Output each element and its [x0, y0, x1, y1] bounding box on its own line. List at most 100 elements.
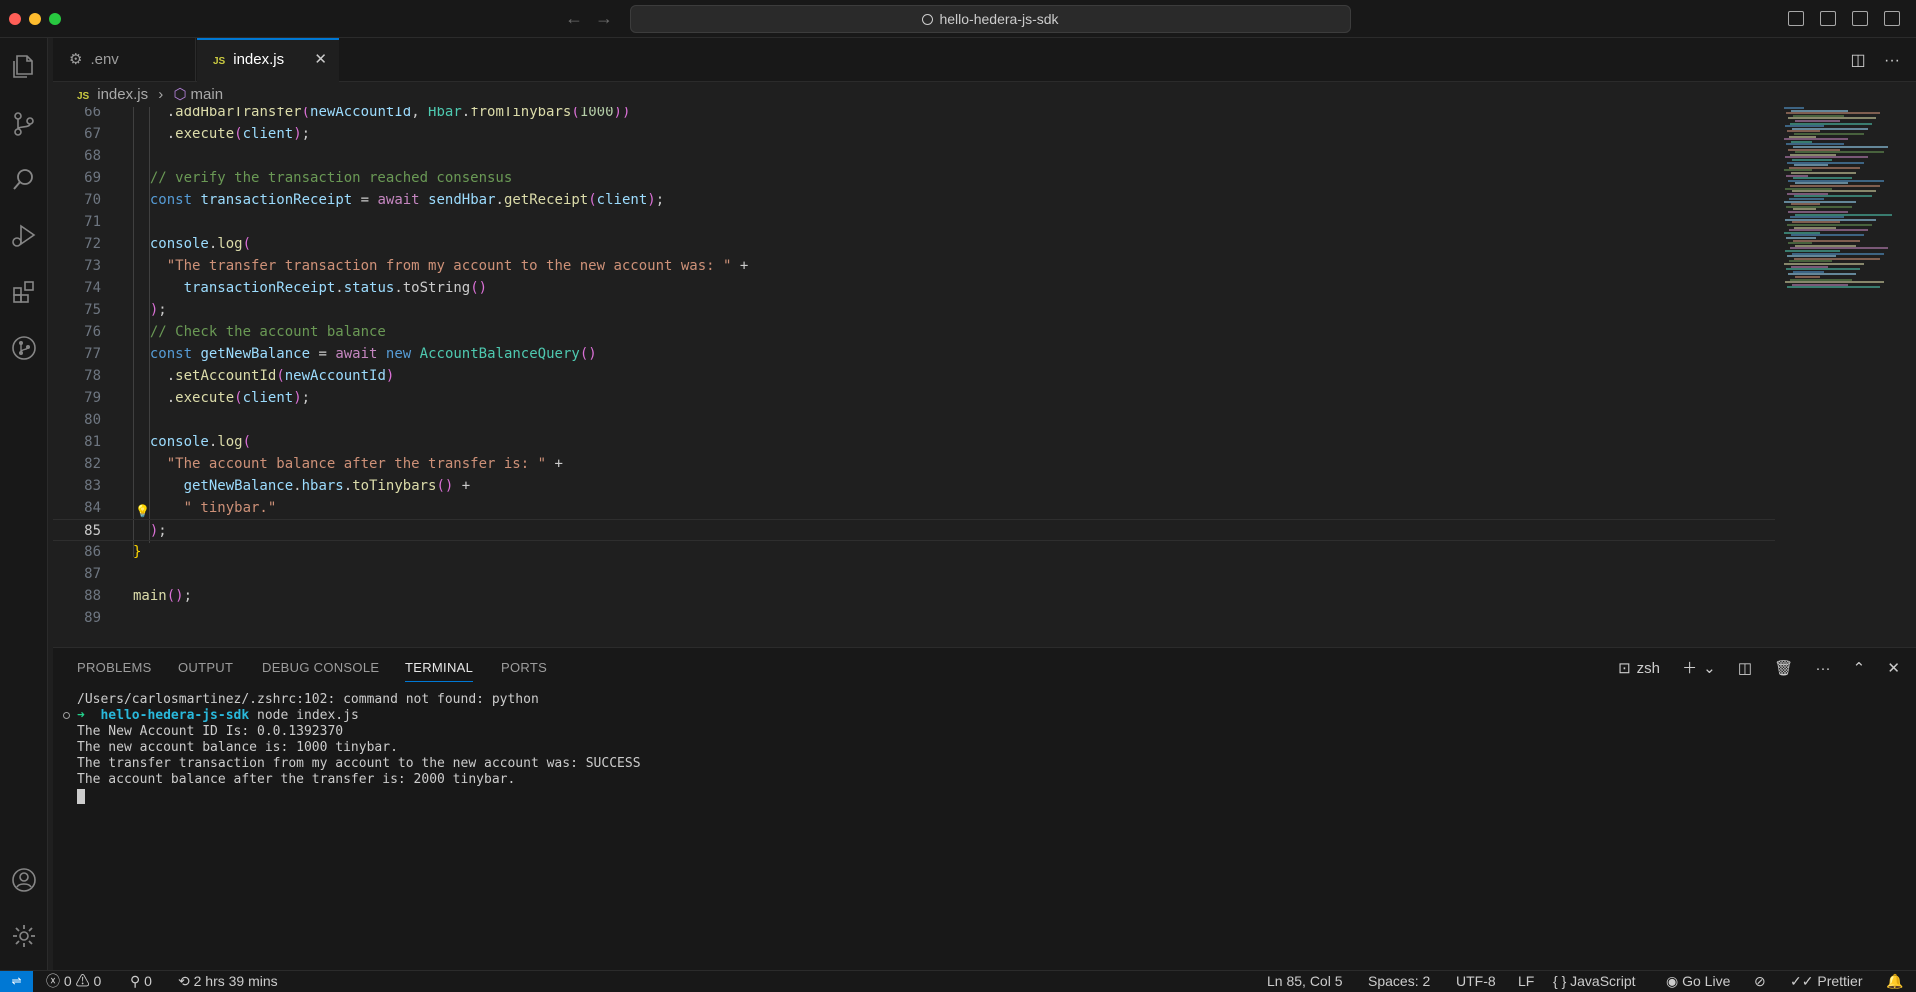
- javascript-file-icon: JS: [213, 56, 226, 67]
- minimap-line: [1787, 286, 1880, 289]
- tab-index-js[interactable]: JS index.js ✕: [197, 38, 339, 82]
- code-line[interactable]: 80: [53, 409, 1775, 431]
- prompt-arrow: ➜: [77, 708, 85, 723]
- encoding[interactable]: UTF-8: [1456, 971, 1496, 992]
- code-line[interactable]: 84 " tinybar." 💡: [53, 497, 1775, 519]
- close-panel-icon[interactable]: ✕: [1887, 660, 1900, 677]
- code-line[interactable]: 73 "The transfer transaction from my acc…: [53, 255, 1775, 277]
- activity-bar: [0, 38, 48, 970]
- toggle-secondary-sidebar-icon[interactable]: [1852, 11, 1868, 26]
- toggle-panel-icon[interactable]: [1820, 11, 1836, 26]
- code-text: main();: [133, 588, 193, 604]
- trash-icon[interactable]: 🗑: [1774, 660, 1793, 677]
- maximize-panel-icon[interactable]: ⌃: [1853, 660, 1866, 677]
- code-line[interactable]: 81 console.log(: [53, 431, 1775, 453]
- more-actions-icon[interactable]: ···: [1884, 52, 1900, 69]
- code-text: .execute(client);: [133, 126, 311, 142]
- code-line[interactable]: 66 .addHbarTransfer(newAccountId, Hbar.f…: [53, 107, 1775, 123]
- code-text: const transactionReceipt = await sendHba…: [149, 192, 665, 208]
- copilot-icon[interactable]: ⊘: [1754, 971, 1766, 992]
- tab-env[interactable]: ⚙ .env: [53, 38, 196, 82]
- new-terminal-icon[interactable]: ＋: [1682, 660, 1697, 677]
- code-line[interactable]: 87: [53, 563, 1775, 585]
- customize-layout-icon[interactable]: [1884, 11, 1900, 26]
- panel-tab-debug-console[interactable]: DEBUG CONSOLE: [262, 660, 379, 675]
- code-line[interactable]: 77 const getNewBalance = await new Accou…: [53, 343, 1775, 365]
- panel-tab-ports[interactable]: PORTS: [501, 660, 547, 675]
- line-number: 81: [84, 434, 101, 450]
- warning-count: 0: [93, 973, 102, 989]
- code-line[interactable]: 67 .execute(client);: [53, 123, 1775, 145]
- minimap[interactable]: [1784, 107, 1904, 307]
- shell-name[interactable]: zsh: [1637, 660, 1660, 677]
- panel-tab-output[interactable]: OUTPUT: [178, 660, 233, 675]
- split-terminal-icon[interactable]: ◫: [1738, 660, 1752, 677]
- code-text: "The transfer transaction from my accoun…: [166, 258, 749, 274]
- close-icon[interactable]: ✕: [314, 40, 327, 80]
- run-debug-icon[interactable]: [10, 222, 38, 250]
- breadcrumb-file[interactable]: index.js: [97, 86, 148, 103]
- code-line[interactable]: 85 );: [53, 519, 1775, 541]
- code-line[interactable]: 68: [53, 145, 1775, 167]
- code-line[interactable]: 78 .setAccountId(newAccountId): [53, 365, 1775, 387]
- forward-arrow-icon[interactable]: →: [595, 8, 613, 29]
- code-line[interactable]: 88 main();: [53, 585, 1775, 607]
- toggle-primary-sidebar-icon[interactable]: [1788, 11, 1804, 26]
- code-line[interactable]: 76 // Check the account balance: [53, 321, 1775, 343]
- braces-icon: { }: [1553, 973, 1567, 989]
- line-number: 78: [84, 368, 101, 384]
- code-line[interactable]: 75 );: [53, 299, 1775, 321]
- chevron-down-icon[interactable]: ⌄: [1703, 660, 1716, 677]
- accounts-icon[interactable]: [10, 866, 38, 894]
- broadcast-icon: ◉: [1666, 973, 1679, 989]
- extensions-icon[interactable]: [10, 278, 38, 306]
- split-editor-icon[interactable]: ◫: [1850, 52, 1865, 69]
- command-center-search[interactable]: hello-hedera-js-sdk: [630, 5, 1351, 33]
- time-tracker[interactable]: ⟲ 2 hrs 39 mins: [178, 971, 278, 992]
- code-line[interactable]: 70 const transactionReceipt = await send…: [53, 189, 1775, 211]
- line-number: 68: [84, 148, 101, 164]
- notifications-bell-icon[interactable]: 🔔: [1886, 971, 1903, 992]
- code-line[interactable]: 79 .execute(client);: [53, 387, 1775, 409]
- zoom-window-button[interactable]: [49, 13, 61, 25]
- code-line[interactable]: 72 console.log(: [53, 233, 1775, 255]
- terminal[interactable]: /Users/carlosmartinez/.zshrc:102: comman…: [53, 692, 1916, 962]
- minimize-window-button[interactable]: [29, 13, 41, 25]
- search-icon[interactable]: [10, 166, 38, 194]
- terminal-line: /Users/carlosmartinez/.zshrc:102: comman…: [77, 692, 539, 707]
- git-graph-icon[interactable]: [10, 334, 38, 362]
- explorer-icon[interactable]: [10, 52, 38, 80]
- breadcrumb-symbol[interactable]: main: [191, 86, 224, 103]
- go-live-button[interactable]: ◉ Go Live: [1666, 971, 1730, 992]
- back-arrow-icon[interactable]: ←: [565, 8, 583, 29]
- language-mode[interactable]: { } JavaScript: [1553, 971, 1636, 992]
- code-text: const getNewBalance = await new AccountB…: [149, 346, 597, 362]
- javascript-file-icon: JS: [77, 91, 90, 102]
- settings-gear-icon[interactable]: [10, 922, 38, 950]
- code-line[interactable]: 71: [53, 211, 1775, 233]
- ports-indicator[interactable]: ⚲ 0: [130, 971, 152, 992]
- code-editor[interactable]: 66 .addHbarTransfer(newAccountId, Hbar.f…: [53, 107, 1916, 647]
- remote-indicator-icon[interactable]: ⇌: [0, 971, 33, 992]
- cursor-position[interactable]: Ln 85, Col 5: [1267, 971, 1343, 992]
- end-of-line[interactable]: LF: [1518, 971, 1534, 992]
- close-window-button[interactable]: [9, 13, 21, 25]
- indentation[interactable]: Spaces: 2: [1368, 971, 1430, 992]
- panel-tab-terminal[interactable]: TERMINAL: [405, 660, 474, 682]
- code-line[interactable]: 86}: [53, 541, 1775, 563]
- status-bar: ⇌ ⓧ 0 ⚠ 0 ⚲ 0 ⟲ 2 hrs 39 mins Ln 85, Col…: [0, 970, 1916, 992]
- code-line[interactable]: 74 transactionReceipt.status.toString(): [53, 277, 1775, 299]
- code-text: console.log(: [149, 236, 252, 252]
- search-icon: [922, 14, 934, 25]
- line-number: 89: [84, 610, 101, 626]
- source-control-icon[interactable]: [10, 110, 38, 138]
- problems-indicator[interactable]: ⓧ 0 ⚠ 0: [46, 971, 101, 992]
- more-actions-icon[interactable]: ···: [1816, 660, 1831, 677]
- code-line[interactable]: 89: [53, 607, 1775, 629]
- terminal-line: The new account balance is: 1000 tinybar…: [77, 740, 398, 755]
- code-line[interactable]: 69 // verify the transaction reached con…: [53, 167, 1775, 189]
- code-line[interactable]: 82 "The account balance after the transf…: [53, 453, 1775, 475]
- code-line[interactable]: 83 getNewBalance.hbars.toTinybars() +: [53, 475, 1775, 497]
- panel-tab-problems[interactable]: PROBLEMS: [77, 660, 152, 675]
- prettier-button[interactable]: ✓✓ Prettier: [1790, 971, 1862, 992]
